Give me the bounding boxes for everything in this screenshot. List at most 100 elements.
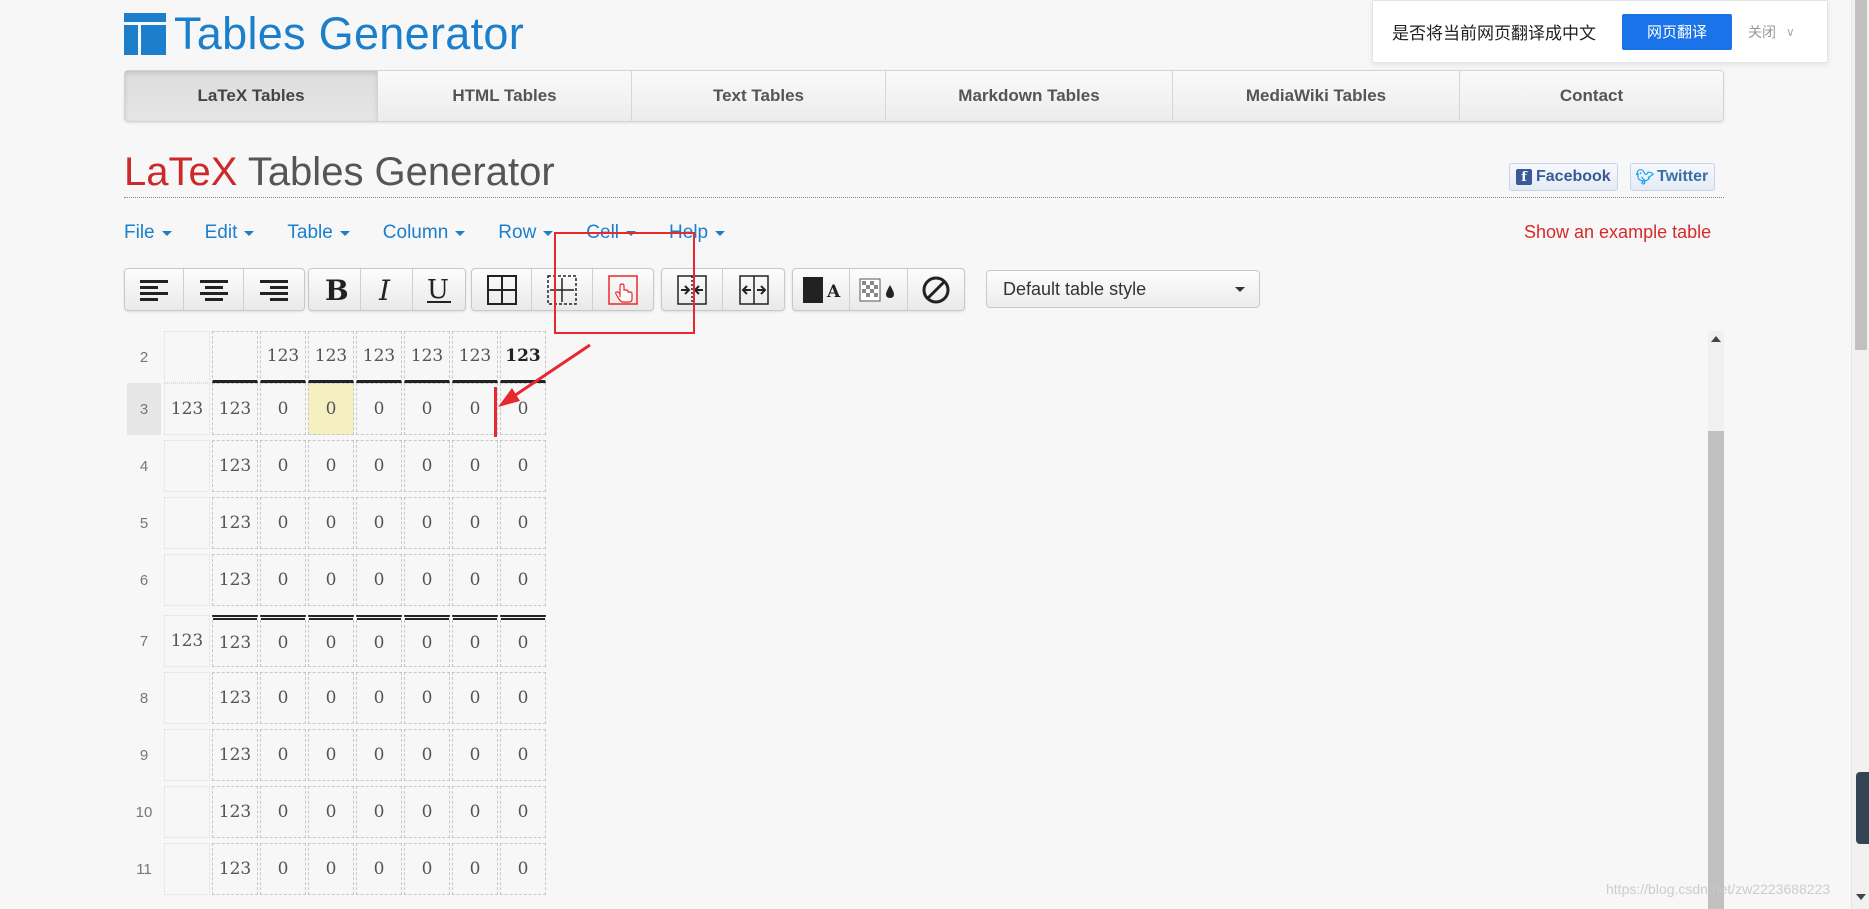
table-cell[interactable]: 0 <box>452 497 498 549</box>
table-cell[interactable] <box>164 729 210 781</box>
table-cell[interactable]: 123 <box>212 672 258 724</box>
table-cell[interactable]: 123 <box>260 331 306 383</box>
table-cell[interactable]: 0 <box>404 383 450 435</box>
bold-button[interactable]: B <box>309 269 362 310</box>
row-number[interactable]: 11 <box>127 843 161 895</box>
row-number[interactable]: 7 <box>127 615 161 667</box>
table-cell[interactable]: 123 <box>212 843 258 895</box>
all-borders-button[interactable] <box>472 269 533 310</box>
table-cell[interactable]: 0 <box>452 729 498 781</box>
table-cell[interactable]: 0 <box>452 440 498 492</box>
table-cell[interactable]: 0 <box>308 440 354 492</box>
chevron-down-icon[interactable]: ∨ <box>1786 25 1795 39</box>
twitter-button[interactable]: 🐦︎ Twitter <box>1630 163 1716 191</box>
table-cell[interactable]: 0 <box>452 786 498 838</box>
table-cell[interactable]: 0 <box>260 672 306 724</box>
table-cell[interactable] <box>164 843 210 895</box>
table-cell[interactable] <box>164 786 210 838</box>
table-cell[interactable]: 0 <box>356 440 402 492</box>
clear-format-button[interactable] <box>908 269 964 310</box>
table-cell[interactable]: 0 <box>404 554 450 606</box>
table-cell[interactable]: 0 <box>404 843 450 895</box>
table-cell[interactable]: 123 <box>500 331 546 383</box>
table-cell[interactable]: 0 <box>356 786 402 838</box>
table-cell[interactable]: 0 <box>404 729 450 781</box>
row-number[interactable]: 4 <box>127 440 161 492</box>
table-cell[interactable]: 0 <box>308 615 354 667</box>
table-cell[interactable]: 0 <box>260 729 306 781</box>
translate-close-button[interactable]: 关闭 <box>1748 22 1776 42</box>
row-number[interactable]: 10 <box>127 786 161 838</box>
table-cell[interactable] <box>164 497 210 549</box>
row-number[interactable]: 5 <box>127 497 161 549</box>
table-cell[interactable]: 0 <box>308 843 354 895</box>
row-number[interactable]: 3 <box>127 383 161 435</box>
merge-cells-button[interactable] <box>662 269 724 310</box>
editor-scroll-thumb[interactable] <box>1708 431 1724 909</box>
table-cell[interactable]: 0 <box>500 786 546 838</box>
table-cell[interactable] <box>164 440 210 492</box>
translate-button[interactable]: 网页翻译 <box>1622 13 1732 50</box>
table-cell[interactable]: 0 <box>260 843 306 895</box>
table-cell[interactable]: 123 <box>212 497 258 549</box>
table-cell[interactable]: 123 <box>212 554 258 606</box>
table-cell[interactable]: 0 <box>500 843 546 895</box>
underline-button[interactable]: U <box>413 269 465 310</box>
table-cell[interactable]: 0 <box>356 672 402 724</box>
menu-help[interactable]: Help <box>669 220 726 246</box>
table-cell[interactable]: 0 <box>500 615 546 667</box>
table-cell[interactable]: 0 <box>356 497 402 549</box>
table-cell[interactable]: 0 <box>308 383 354 435</box>
row-number[interactable]: 2 <box>127 331 161 383</box>
row-number[interactable]: 9 <box>127 729 161 781</box>
show-example-link[interactable]: Show an example table <box>1524 222 1711 243</box>
table-cell[interactable]: 0 <box>500 383 546 435</box>
table-style-select[interactable]: Default table style <box>986 270 1260 308</box>
menu-row[interactable]: Row <box>498 220 554 246</box>
table-cell[interactable]: 0 <box>260 615 306 667</box>
table-cell[interactable]: 123 <box>212 440 258 492</box>
table-cell[interactable]: 0 <box>500 497 546 549</box>
table-cell[interactable]: 0 <box>356 843 402 895</box>
table-cell[interactable]: 0 <box>260 440 306 492</box>
page-scroll-thumb[interactable] <box>1855 0 1867 350</box>
table-cell[interactable]: 0 <box>452 843 498 895</box>
menu-edit[interactable]: Edit <box>205 220 255 246</box>
table-cell[interactable]: 0 <box>452 383 498 435</box>
table-cell[interactable]: 123 <box>308 331 354 383</box>
table-cell[interactable]: 0 <box>500 554 546 606</box>
table-cell[interactable]: 123 <box>212 615 258 667</box>
table-cell[interactable]: 123 <box>164 615 210 667</box>
table-cell[interactable]: 0 <box>500 729 546 781</box>
table-cell[interactable]: 0 <box>308 554 354 606</box>
table-cell[interactable]: 0 <box>260 786 306 838</box>
table-cell[interactable]: 123 <box>212 729 258 781</box>
table-cell[interactable]: 0 <box>260 383 306 435</box>
table-cell[interactable]: 123 <box>212 786 258 838</box>
menu-column[interactable]: Column <box>383 220 466 246</box>
align-right-button[interactable] <box>244 269 304 310</box>
table-cell[interactable]: 0 <box>500 440 546 492</box>
table-cell[interactable]: 0 <box>308 672 354 724</box>
align-left-button[interactable] <box>125 269 185 310</box>
menu-file[interactable]: File <box>124 220 172 246</box>
menu-table[interactable]: Table <box>287 220 350 246</box>
nav-tab-contact[interactable]: Contact <box>1460 71 1723 121</box>
facebook-button[interactable]: f Facebook <box>1509 163 1618 191</box>
table-cell[interactable]: 0 <box>452 615 498 667</box>
nav-tab-html[interactable]: HTML Tables <box>378 71 632 121</box>
table-cell[interactable]: 0 <box>356 729 402 781</box>
editor-scrollbar[interactable] <box>1708 331 1724 909</box>
align-center-button[interactable] <box>184 269 244 310</box>
table-cell[interactable]: 0 <box>500 672 546 724</box>
side-widget[interactable] <box>1856 772 1869 844</box>
table-cell[interactable]: 0 <box>404 440 450 492</box>
table-cell[interactable]: 123 <box>164 383 210 435</box>
table-cell[interactable] <box>164 554 210 606</box>
site-logo[interactable]: Tables Generator <box>124 8 524 59</box>
scroll-up-icon[interactable] <box>1711 336 1721 342</box>
edit-borders-button[interactable] <box>593 269 653 310</box>
table-cell[interactable]: 123 <box>212 383 258 435</box>
table-cell[interactable]: 0 <box>260 497 306 549</box>
row-number[interactable]: 6 <box>127 554 161 606</box>
